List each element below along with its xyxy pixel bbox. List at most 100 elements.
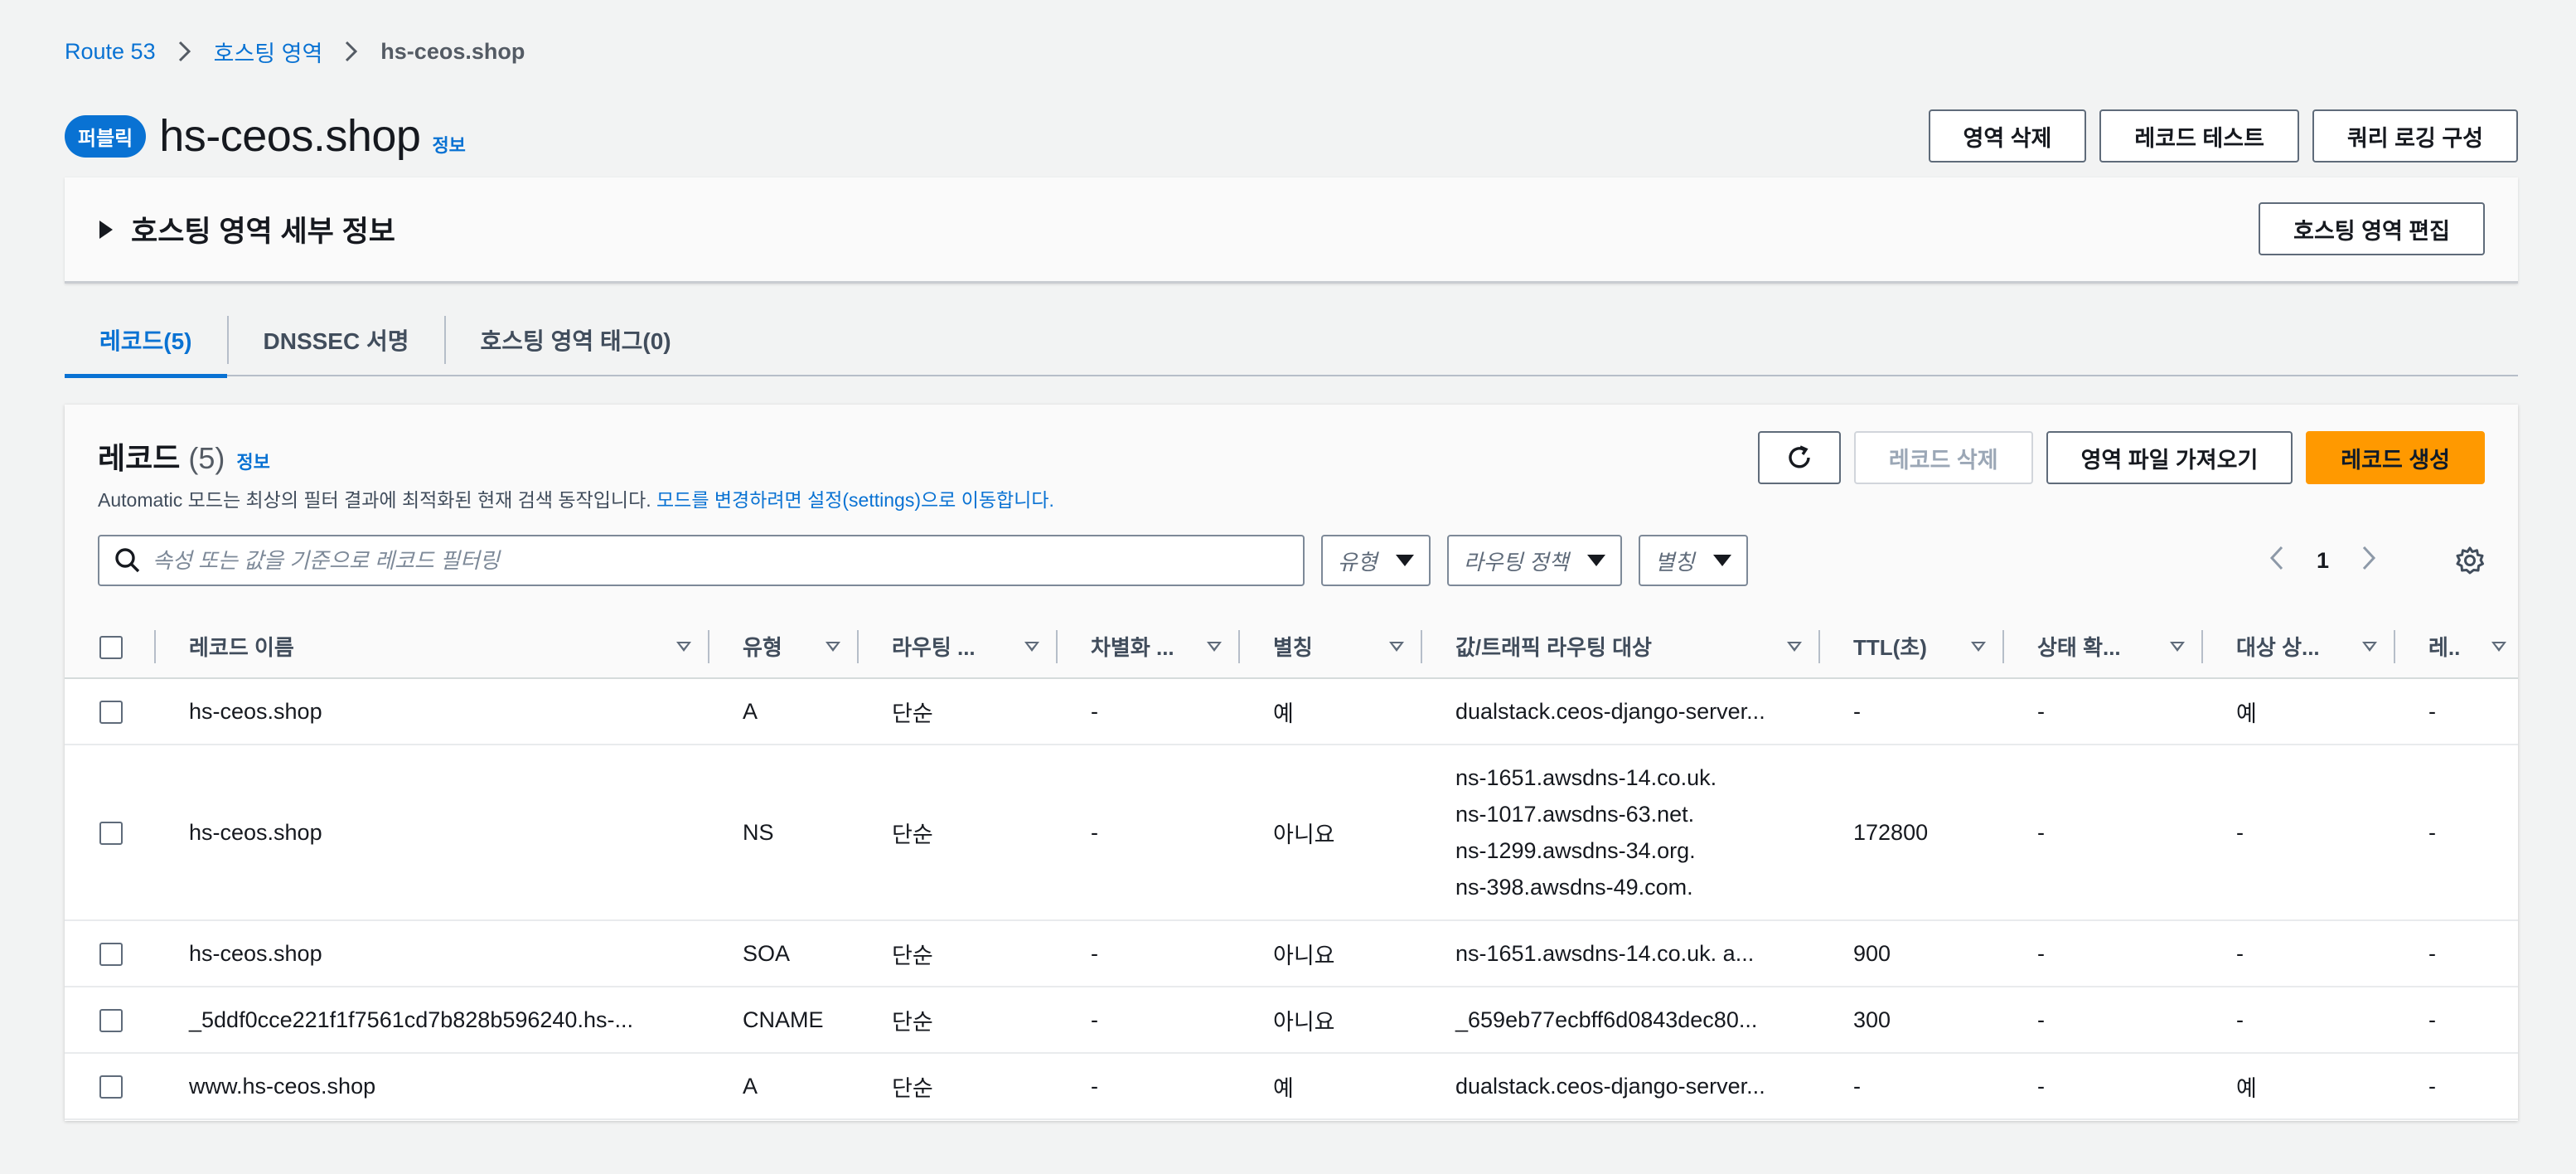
record-name-cell: hs-ceos.shop [156, 920, 709, 987]
routing-policy-cell: 단순 [859, 920, 1058, 987]
column-header-value[interactable]: 값/트래픽 라우팅 대상 [1422, 615, 1820, 679]
record-id-cell: - [2395, 920, 2518, 987]
record-id-cell: - [2395, 678, 2518, 745]
record-name-cell: _5ddf0cce221f1f7561cd7b828b596240.hs-... [156, 987, 709, 1054]
search-input[interactable] [153, 547, 1303, 574]
records-heading: 레코드 (5) 정보 [98, 434, 270, 478]
table-row[interactable]: _5ddf0cce221f1f7561cd7b828b596240.hs-...… [65, 987, 2518, 1054]
column-label: 별칭 [1273, 635, 1313, 660]
public-badge: 퍼블릭 [65, 114, 147, 158]
target-health-cell: - [2203, 987, 2395, 1054]
filter-row: 유형 라우팅 정책 별칭 1 [98, 534, 2485, 587]
record-name-cell: www.hs-ceos.shop [156, 1053, 709, 1120]
sort-icon [2170, 641, 2185, 652]
column-header-name[interactable]: 레코드 이름 [156, 615, 709, 679]
records-info-link[interactable]: 정보 [236, 448, 269, 474]
breadcrumb-route53-link[interactable]: Route 53 [65, 39, 156, 65]
create-record-button[interactable]: 레코드 생성 [2306, 431, 2485, 484]
alias-cell: 아니요 [1240, 987, 1422, 1054]
health-check-cell: - [2004, 745, 2203, 921]
previous-page-icon[interactable] [2269, 545, 2285, 577]
row-checkbox[interactable] [99, 822, 123, 846]
routing-policy-cell: 단순 [859, 1053, 1058, 1120]
sort-icon [1971, 641, 1986, 652]
routing-filter-select[interactable]: 라우팅 정책 [1446, 535, 1622, 586]
breadcrumb-hosted-zones-link[interactable]: 호스팅 영역 [214, 36, 323, 68]
alias-cell: 아니요 [1240, 745, 1422, 921]
records-title: 레코드 [98, 441, 181, 475]
value-cell: dualstack.ceos-django-server... [1422, 1053, 1820, 1120]
target-health-cell: - [2203, 745, 2395, 921]
column-header-target-health[interactable]: 대상 상... [2203, 615, 2395, 679]
ttl-cell: - [1820, 1053, 2004, 1120]
column-label: 상태 확... [2037, 635, 2121, 660]
page-number[interactable]: 1 [2317, 548, 2329, 574]
column-label: 레.. [2428, 635, 2461, 660]
column-label: TTL(초) [1853, 635, 1927, 660]
alias-cell: 예 [1240, 1053, 1422, 1120]
row-checkbox[interactable] [99, 701, 123, 725]
sort-icon [1787, 641, 1802, 652]
column-header-alias[interactable]: 별칭 [1240, 615, 1422, 679]
details-toggle-title[interactable]: 호스팅 영역 세부 정보 [131, 208, 395, 250]
select-all-checkbox[interactable] [99, 636, 123, 660]
column-header-type[interactable]: 유형 [709, 615, 859, 679]
caret-down-icon [1395, 555, 1414, 566]
gear-icon[interactable] [2455, 546, 2485, 575]
edit-hosted-zone-button[interactable]: 호스팅 영역 편집 [2259, 202, 2485, 255]
column-header-ttl[interactable]: TTL(초) [1820, 615, 2004, 679]
row-checkbox[interactable] [99, 1075, 123, 1099]
alias-filter-select[interactable]: 별칭 [1638, 535, 1748, 586]
hosted-zone-details-panel: 호스팅 영역 세부 정보 호스팅 영역 편집 [65, 177, 2518, 284]
tab-dnssec[interactable]: DNSSEC 서명 [229, 303, 444, 376]
column-header-health-check[interactable]: 상태 확... [2004, 615, 2203, 679]
delete-record-button[interactable]: 레코드 삭제 [1853, 431, 2033, 484]
records-actions: 레코드 삭제 영역 파일 가져오기 레코드 생성 [1757, 431, 2485, 484]
type-filter-select[interactable]: 유형 [1321, 535, 1431, 586]
caret-right-icon[interactable] [99, 220, 113, 239]
import-zone-file-button[interactable]: 영역 파일 가져오기 [2046, 431, 2293, 484]
tab-records[interactable]: 레코드(5) [65, 303, 227, 378]
table-row[interactable]: hs-ceos.shop A 단순 - 예 dualstack.ceos-dja… [65, 678, 2518, 745]
delete-zone-button[interactable]: 영역 삭제 [1928, 109, 2087, 163]
column-header-record-id[interactable]: 레.. [2395, 615, 2518, 679]
tab-bar: 레코드(5) DNSSEC 서명 호스팅 영역 태그(0) [65, 303, 2518, 378]
row-select-cell [65, 1053, 156, 1120]
next-page-icon[interactable] [2361, 545, 2377, 577]
alias-cell: 예 [1240, 678, 1422, 745]
refresh-icon [1789, 445, 1810, 468]
value-cell: ns-1651.awsdns-14.co.uk. ns-1017.awsdns-… [1422, 745, 1820, 921]
differentiator-cell: - [1058, 1053, 1240, 1120]
refresh-button[interactable] [1757, 431, 1841, 484]
record-type-cell: A [709, 678, 859, 745]
column-header-differentiator[interactable]: 차별화 ... [1058, 615, 1240, 679]
sort-icon [1207, 641, 1222, 652]
info-link[interactable]: 정보 [432, 131, 465, 158]
alias-cell: 아니요 [1240, 920, 1422, 987]
ttl-cell: - [1820, 678, 2004, 745]
settings-link[interactable]: 모드를 변경하려면 설정(settings)으로 이동합니다. [656, 489, 1054, 511]
records-count: (5) [188, 441, 225, 475]
sort-icon [826, 641, 840, 652]
query-logging-button[interactable]: 쿼리 로깅 구성 [2312, 109, 2518, 163]
row-checkbox[interactable] [99, 943, 123, 967]
record-type-cell: SOA [709, 920, 859, 987]
value-cell: ns-1651.awsdns-14.co.uk. a... [1422, 920, 1820, 987]
column-header-routing[interactable]: 라우팅 ... [859, 615, 1058, 679]
tab-hosted-zone-tags[interactable]: 호스팅 영역 태그(0) [446, 303, 706, 376]
caret-down-icon [1586, 555, 1605, 566]
row-checkbox[interactable] [99, 1009, 123, 1033]
table-row[interactable]: hs-ceos.shop SOA 단순 - 아니요 ns-1651.awsdns… [65, 920, 2518, 987]
test-record-button[interactable]: 레코드 테스트 [2099, 109, 2299, 163]
header-actions: 영역 삭제 레코드 테스트 쿼리 로깅 구성 [1928, 109, 2518, 163]
sort-icon [2362, 641, 2377, 652]
column-label: 대상 상... [2236, 635, 2320, 660]
table-row[interactable]: www.hs-ceos.shop A 단순 - 예 dualstack.ceos… [65, 1053, 2518, 1120]
differentiator-cell: - [1058, 920, 1240, 987]
pagination: 1 [2269, 534, 2377, 587]
record-name-cell: hs-ceos.shop [156, 745, 709, 921]
sort-icon [2491, 641, 2506, 652]
sort-icon [676, 641, 691, 652]
ttl-cell: 172800 [1820, 745, 2004, 921]
table-row[interactable]: hs-ceos.shop NS 단순 - 아니요 ns-1651.awsdns-… [65, 745, 2518, 921]
